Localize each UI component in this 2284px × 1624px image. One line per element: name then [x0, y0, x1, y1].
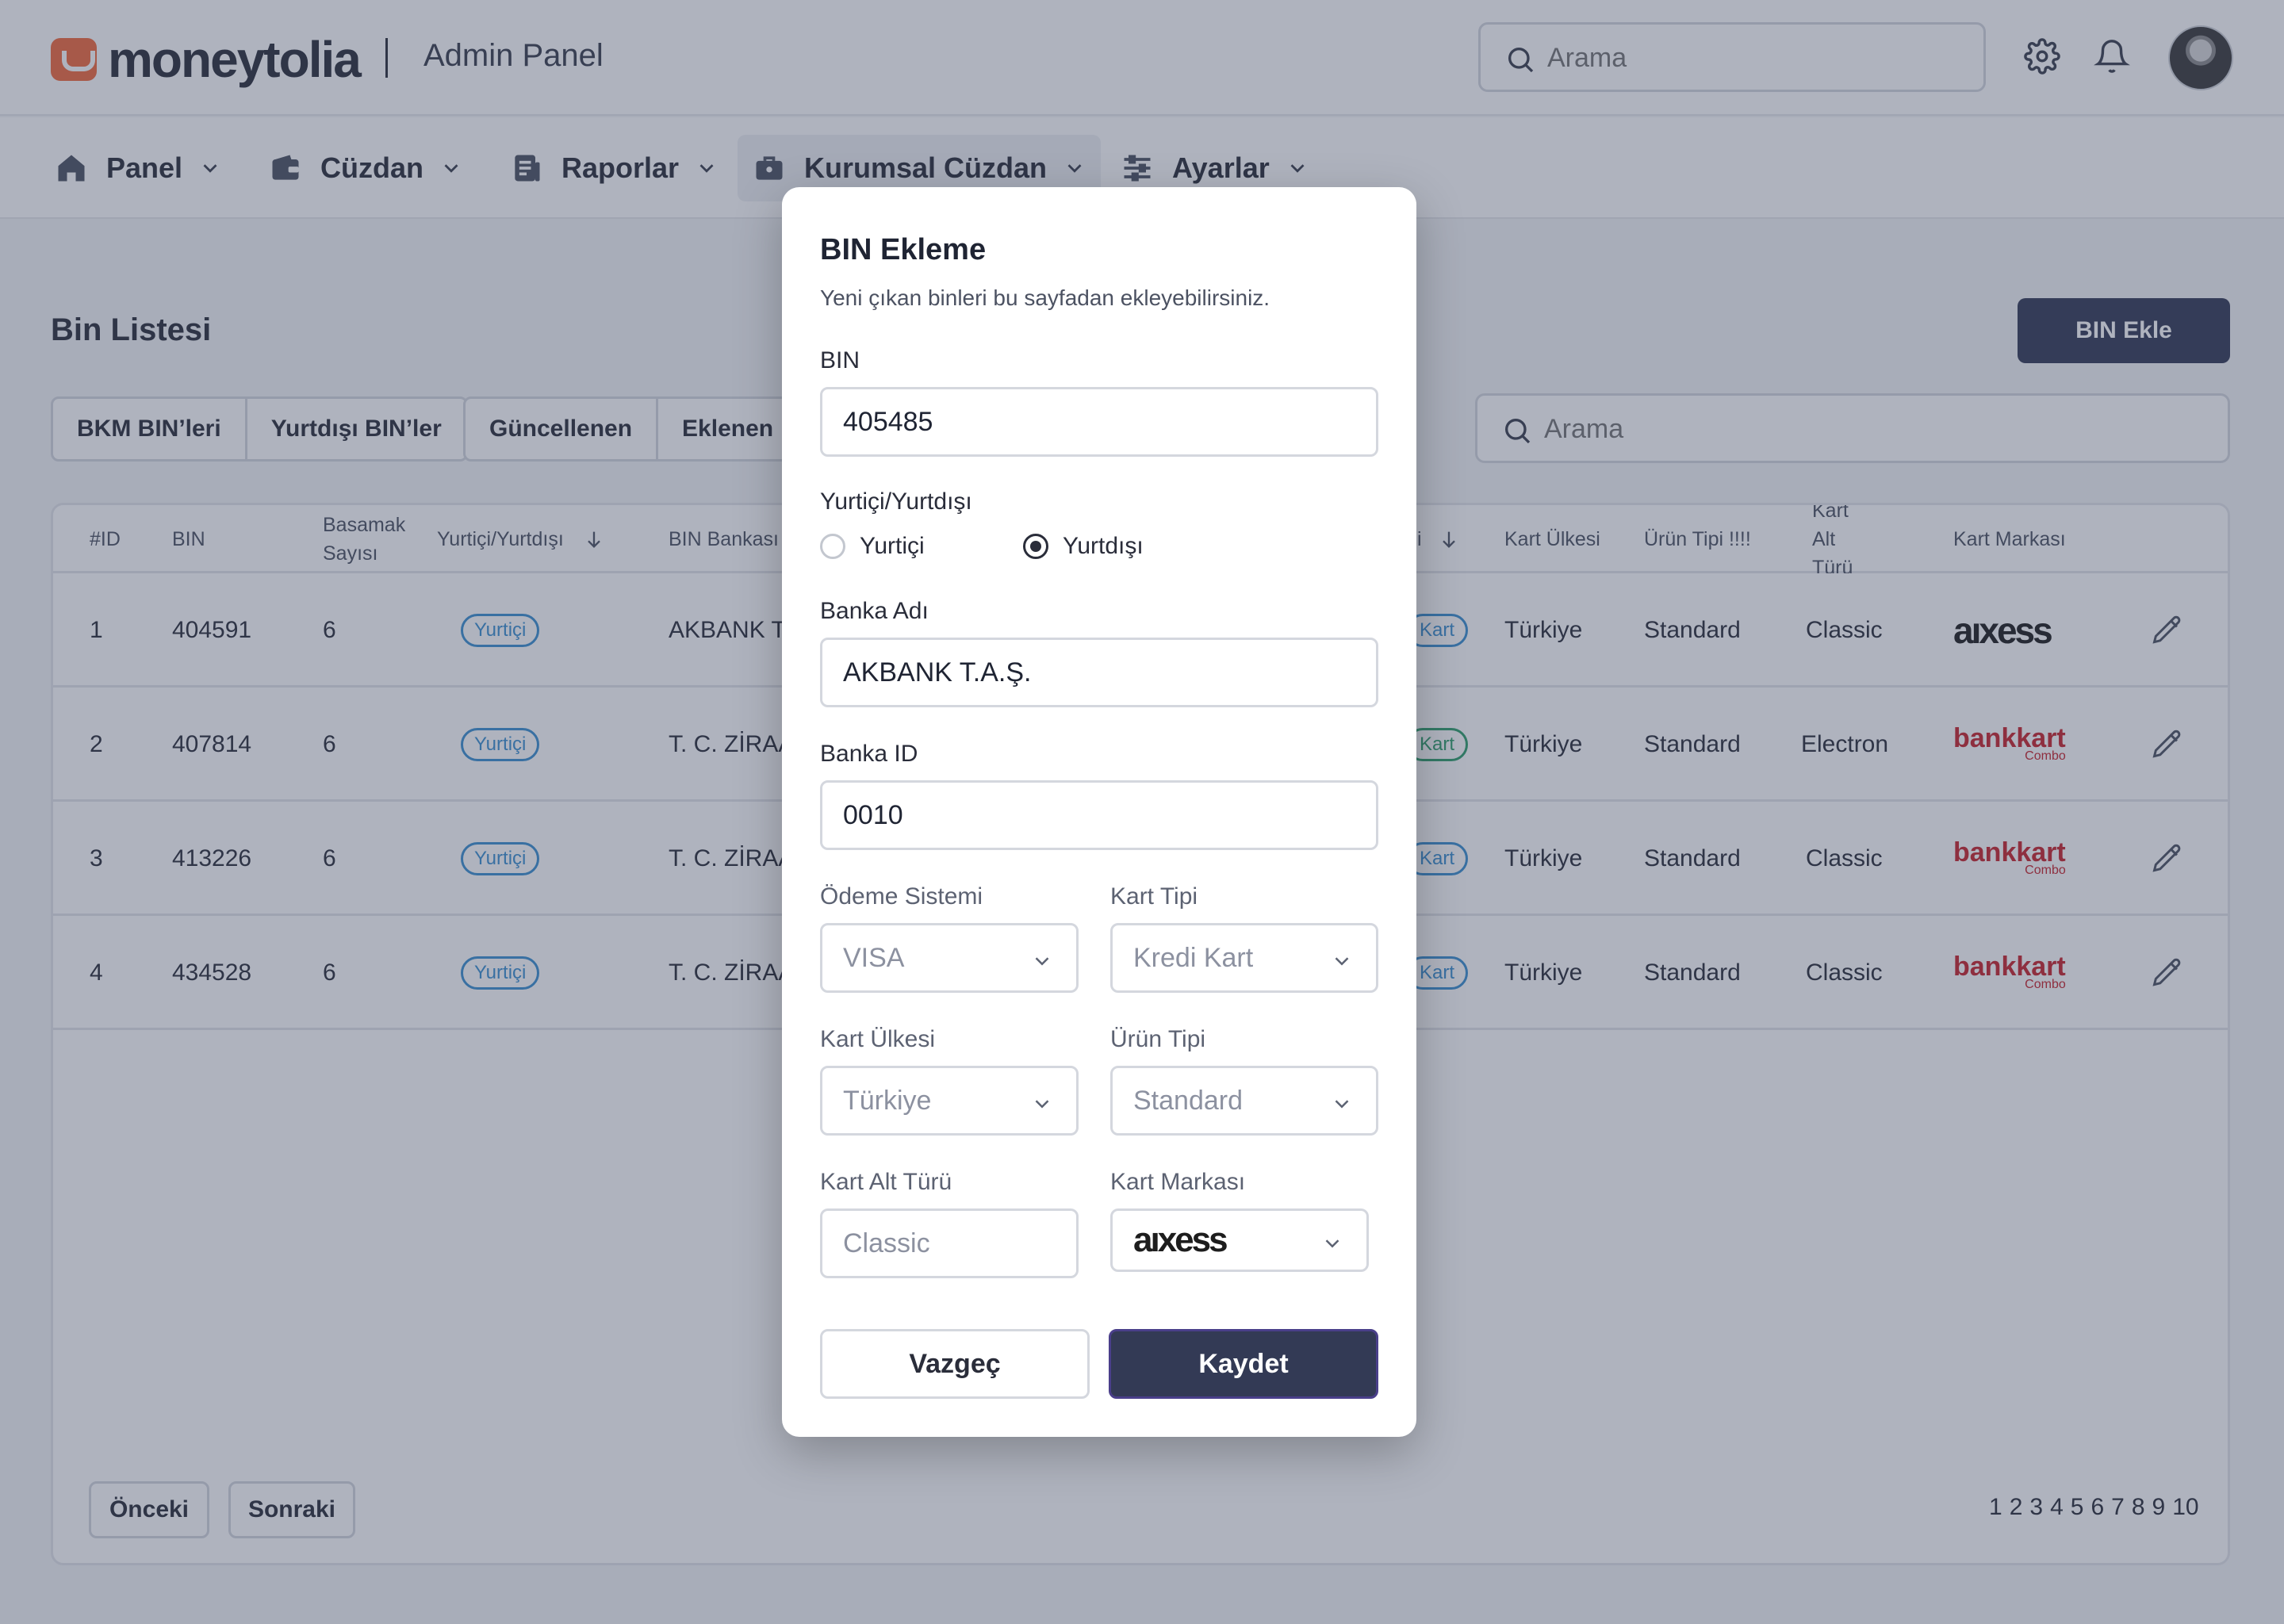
- card-type-select[interactable]: Kredi Kart: [1110, 923, 1378, 993]
- radio-foreign[interactable]: Yurtdışı: [1023, 533, 1144, 560]
- card-subtype-label: Kart Alt Türü: [820, 1169, 952, 1195]
- bank-name-label: Banka Adı: [820, 598, 929, 624]
- modal-subtitle: Yeni çıkan binleri bu sayfadan ekleyebil…: [820, 285, 1270, 310]
- chevron-down-icon: [1035, 1100, 1049, 1109]
- card-country-value: Türkiye: [843, 1085, 932, 1116]
- product-type-label: Ürün Tipi: [1110, 1026, 1206, 1052]
- domestic-label: Yurtiçi/Yurtdışı: [820, 488, 972, 515]
- payment-system-select[interactable]: VISA: [820, 923, 1079, 993]
- product-type-value: Standard: [1133, 1085, 1243, 1116]
- bank-id-input[interactable]: 0010: [820, 780, 1378, 850]
- product-type-select[interactable]: Standard: [1110, 1066, 1378, 1136]
- card-country-label: Kart Ülkesi: [820, 1026, 936, 1052]
- payment-system-value: VISA: [843, 942, 905, 973]
- radio-foreign-label: Yurtdışı: [1063, 533, 1144, 559]
- card-country-select[interactable]: Türkiye: [820, 1066, 1079, 1136]
- axess-logo: aıxess: [1133, 1220, 1228, 1259]
- radio-circle-selected: [1023, 534, 1048, 559]
- cancel-button[interactable]: Vazgeç: [820, 1329, 1090, 1399]
- chevron-down-icon: [1335, 957, 1349, 966]
- card-type-value: Kredi Kart: [1133, 942, 1254, 973]
- radio-domestic[interactable]: Yurtiçi: [820, 533, 925, 560]
- radio-domestic-label: Yurtiçi: [860, 533, 925, 559]
- bank-id-label: Banka ID: [820, 741, 918, 767]
- card-brand-label: Kart Markası: [1110, 1169, 1246, 1195]
- card-type-label: Kart Tipi: [1110, 883, 1198, 910]
- modal-title: BIN Ekleme: [820, 233, 987, 266]
- bin-input[interactable]: 405485: [820, 387, 1378, 457]
- bank-name-input[interactable]: AKBANK T.A.Ş.: [820, 638, 1378, 707]
- bin-label: BIN: [820, 347, 860, 373]
- add-bin-modal: BIN Ekleme Yeni çıkan binleri bu sayfada…: [782, 187, 1416, 1437]
- card-subtype-input[interactable]: Classic: [820, 1208, 1079, 1278]
- chevron-down-icon: [1035, 957, 1049, 966]
- chevron-down-icon: [1325, 1239, 1339, 1248]
- payment-system-label: Ödeme Sistemi: [820, 883, 983, 910]
- save-button[interactable]: Kaydet: [1109, 1329, 1378, 1399]
- chevron-down-icon: [1335, 1100, 1349, 1109]
- radio-circle: [820, 534, 845, 559]
- card-brand-select[interactable]: aıxess: [1110, 1208, 1369, 1272]
